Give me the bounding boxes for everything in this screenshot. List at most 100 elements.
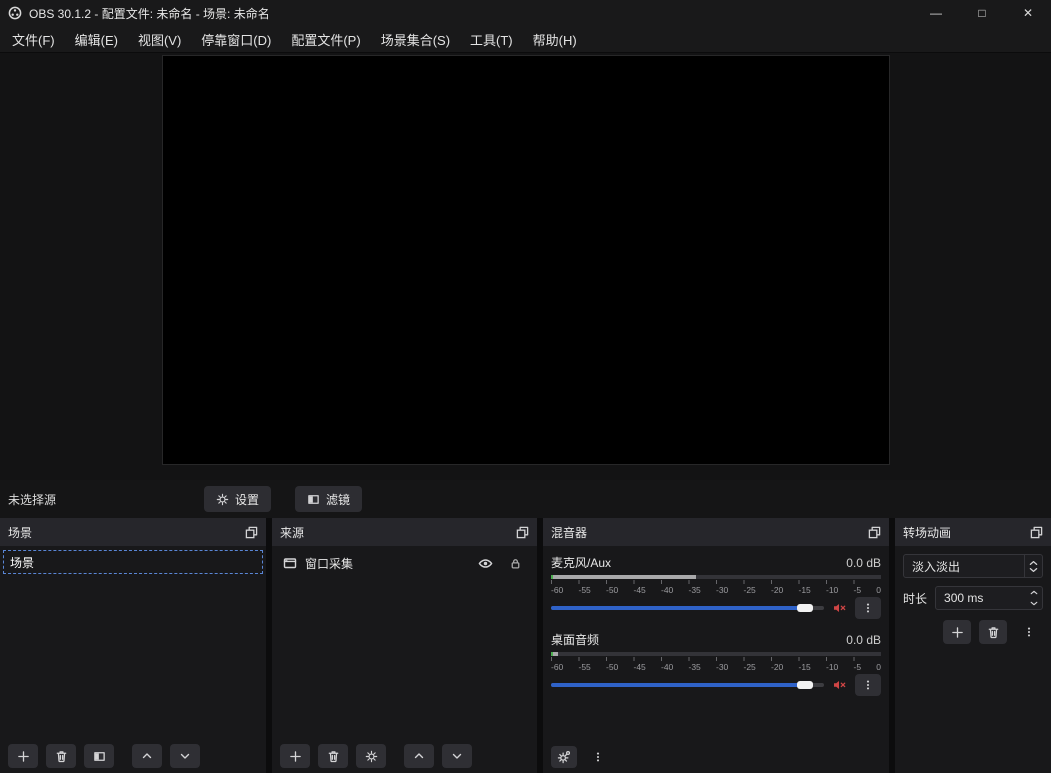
volume-slider-handle[interactable] <box>797 681 813 689</box>
scenes-dock-title: 场景 <box>8 524 32 541</box>
remove-transition-button[interactable] <box>979 620 1007 644</box>
channel-name: 桌面音频 <box>551 631 599 648</box>
close-button[interactable]: ✕ <box>1005 0 1051 26</box>
popout-icon[interactable] <box>245 526 258 539</box>
add-transition-button[interactable] <box>943 620 971 644</box>
menu-tools[interactable]: 工具(T) <box>460 26 523 52</box>
source-filters-label: 滤镜 <box>326 491 350 508</box>
menu-scene-collection[interactable]: 场景集合(S) <box>371 26 460 52</box>
minimize-button[interactable]: — <box>913 0 959 26</box>
transitions-dock-header: 转场动画 <box>895 518 1051 546</box>
volume-slider[interactable] <box>551 601 824 615</box>
sources-dock: 来源 窗口采集 <box>272 518 537 773</box>
volume-slider[interactable] <box>551 678 824 692</box>
duration-decrement-button[interactable] <box>1026 598 1042 609</box>
scene-list: 场景 <box>0 546 266 739</box>
source-filters-button[interactable]: 滤镜 <box>295 486 362 512</box>
mixer-channel-mic: 麦克风/Aux 0.0 dB -60-55-50-45-40-35-30-25-… <box>551 554 881 619</box>
scene-filters-icon <box>93 750 106 763</box>
maximize-button[interactable]: □ <box>959 0 1005 26</box>
obs-logo-icon <box>8 6 22 20</box>
scenes-toolbar <box>0 739 266 773</box>
combo-arrows-icon <box>1024 555 1042 577</box>
menu-edit[interactable]: 编辑(E) <box>65 26 128 52</box>
chevron-down-icon <box>179 750 191 762</box>
trash-icon <box>987 626 1000 639</box>
mixer-menu-kebab-icon[interactable] <box>585 746 611 768</box>
chevron-down-icon <box>451 750 463 762</box>
menu-profile[interactable]: 配置文件(P) <box>281 26 370 52</box>
scenes-dock-header: 场景 <box>0 518 266 546</box>
add-scene-button[interactable] <box>8 744 38 768</box>
plus-icon <box>289 750 302 763</box>
no-source-status: 未选择源 <box>8 491 56 508</box>
filters-icon <box>307 493 320 506</box>
window-controls: — □ ✕ <box>913 0 1051 26</box>
dock-area: 场景 场景 <box>0 518 1051 773</box>
menu-help[interactable]: 帮助(H) <box>523 26 587 52</box>
transitions-body: 淡入淡出 时长 300 ms <box>895 546 1051 652</box>
source-properties-label: 设置 <box>235 491 259 508</box>
add-source-button[interactable] <box>280 744 310 768</box>
move-scene-up-button[interactable] <box>132 744 162 768</box>
menu-file[interactable]: 文件(F) <box>2 26 65 52</box>
remove-source-button[interactable] <box>318 744 348 768</box>
program-canvas[interactable] <box>162 55 890 465</box>
volume-slider-handle[interactable] <box>797 604 813 612</box>
sources-dock-header: 来源 <box>272 518 537 546</box>
remove-scene-button[interactable] <box>46 744 76 768</box>
mixer-channel-desktop: 桌面音频 0.0 dB -60-55-50-45-40-35-30-25-20-… <box>551 631 881 696</box>
source-properties-button[interactable]: 设置 <box>204 486 271 512</box>
scenes-dock: 场景 场景 <box>0 518 266 773</box>
duration-spinbox[interactable]: 300 ms <box>935 586 1043 610</box>
volume-meter <box>551 575 881 579</box>
popout-icon[interactable] <box>516 526 529 539</box>
scene-list-item[interactable]: 场景 <box>3 550 263 574</box>
popout-icon[interactable] <box>1030 526 1043 539</box>
channel-db-value: 0.0 dB <box>846 556 881 570</box>
popout-icon[interactable] <box>868 526 881 539</box>
mixer-toolbar <box>551 746 611 768</box>
source-context-bar: 未选择源 设置 滤镜 <box>0 480 1051 518</box>
visibility-eye-icon[interactable] <box>474 553 497 573</box>
channel-menu-kebab-icon[interactable] <box>855 597 881 619</box>
channel-menu-kebab-icon[interactable] <box>855 674 881 696</box>
trash-icon <box>327 750 340 763</box>
advanced-audio-gear-icon[interactable] <box>551 746 577 768</box>
move-source-up-button[interactable] <box>404 744 434 768</box>
meter-scale: -60-55-50-45-40-35-30-25-20-15-10-50 <box>551 657 881 671</box>
mute-speaker-icon[interactable] <box>832 678 847 692</box>
transition-menu-kebab-icon[interactable] <box>1015 620 1043 644</box>
sources-dock-title: 来源 <box>280 524 304 541</box>
transition-selected-value: 淡入淡出 <box>904 558 1024 575</box>
volume-meter-fill <box>551 652 558 656</box>
gear-icon <box>365 750 378 763</box>
menubar: 文件(F) 编辑(E) 视图(V) 停靠窗口(D) 配置文件(P) 场景集合(S… <box>0 26 1051 53</box>
meter-scale: -60-55-50-45-40-35-30-25-20-15-10-50 <box>551 580 881 594</box>
lock-icon[interactable] <box>505 553 526 573</box>
mixer-dock-header: 混音器 <box>543 518 889 546</box>
mixer-body: 麦克风/Aux 0.0 dB -60-55-50-45-40-35-30-25-… <box>543 546 889 773</box>
window-capture-icon <box>283 556 297 570</box>
chevron-up-icon <box>413 750 425 762</box>
move-scene-down-button[interactable] <box>170 744 200 768</box>
source-item-label: 窗口采集 <box>305 555 353 572</box>
duration-increment-button[interactable] <box>1026 587 1042 598</box>
menu-docks[interactable]: 停靠窗口(D) <box>191 26 281 52</box>
trash-icon <box>55 750 68 763</box>
scene-filters-button[interactable] <box>84 744 114 768</box>
mixer-dock-title: 混音器 <box>551 524 587 541</box>
volume-meter-fill <box>551 575 696 579</box>
transition-select[interactable]: 淡入淡出 <box>903 554 1043 578</box>
scene-transitions-dock: 转场动画 淡入淡出 时长 300 ms <box>895 518 1051 773</box>
window-title: OBS 30.1.2 - 配置文件: 未命名 - 场景: 未命名 <box>29 5 270 22</box>
channel-db-value: 0.0 dB <box>846 633 881 647</box>
mute-speaker-icon[interactable] <box>832 601 847 615</box>
move-source-down-button[interactable] <box>442 744 472 768</box>
chevron-up-icon <box>141 750 153 762</box>
source-list-item[interactable]: 窗口采集 <box>275 550 534 576</box>
source-properties-button[interactable] <box>356 744 386 768</box>
menu-view[interactable]: 视图(V) <box>128 26 191 52</box>
sources-toolbar <box>272 739 537 773</box>
audio-mixer-dock: 混音器 麦克风/Aux 0.0 dB <box>543 518 889 773</box>
